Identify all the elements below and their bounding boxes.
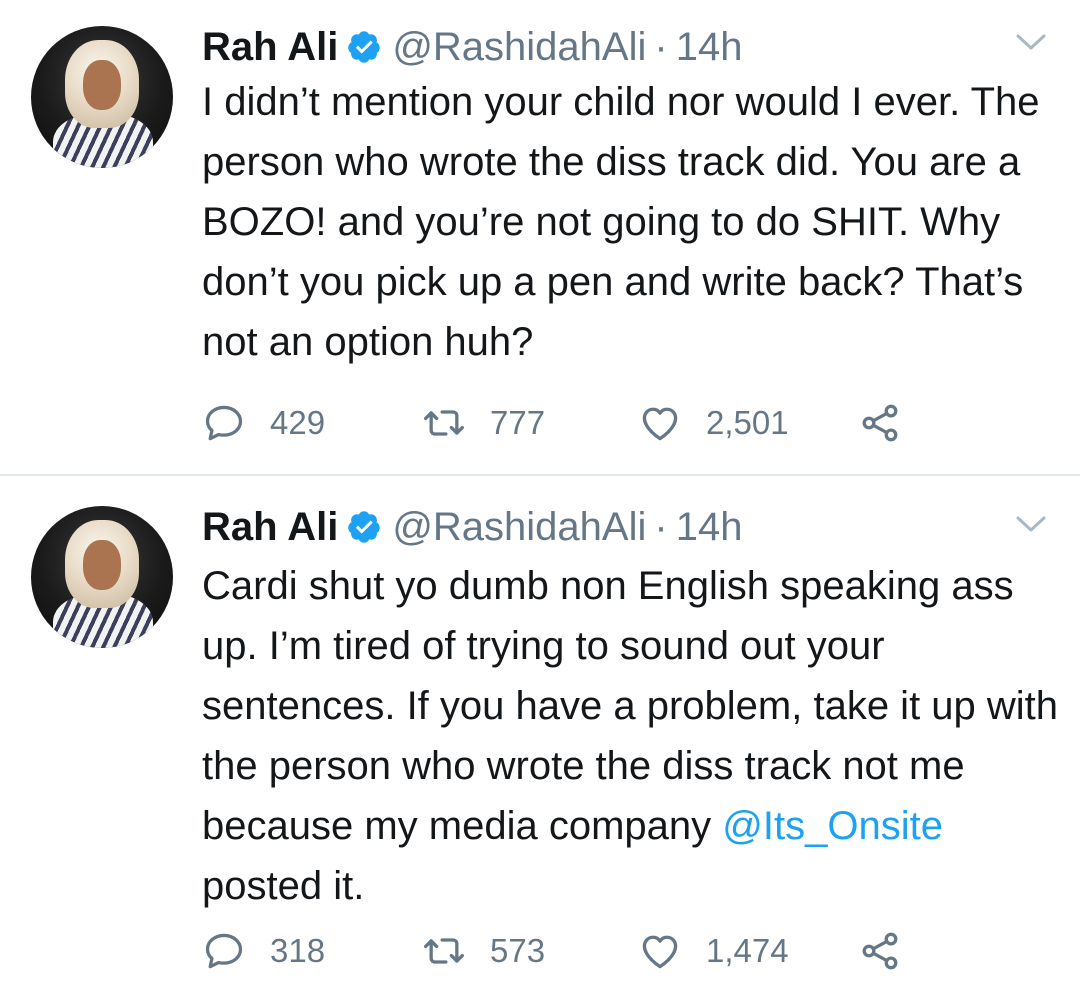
retweet-button[interactable]: 573 [422,926,545,976]
separator: · [654,505,668,549]
heart-icon [642,935,678,969]
reply-count: 318 [270,932,326,969]
heart-icon [642,407,678,441]
timestamp[interactable]: 14h [676,502,743,552]
verified-badge-icon [348,511,381,543]
reply-count: 429 [270,404,326,441]
author-handle[interactable]: @RashidahAli [392,502,646,552]
separator: · [654,25,668,69]
reply-button[interactable]: 318 [202,926,325,976]
tweet-header: Rah Ali @RashidahAli · 14h [202,22,742,72]
share-icon [862,932,898,970]
tweet-text-segment: posted it. [202,864,365,908]
reply-icon [205,933,243,969]
avatar[interactable] [31,26,173,168]
tweet[interactable]: Rah Ali @RashidahAli · 14h I didn’t ment… [0,0,1080,474]
like-count: 2,501 [706,404,789,441]
retweet-button[interactable]: 777 [422,398,545,448]
tweet-actions: 429 777 2,501 [202,398,962,448]
retweet-icon [424,410,464,436]
tweet[interactable]: Rah Ali @RashidahAli · 14h Cardi shut yo… [0,476,1080,1004]
share-icon [862,404,898,442]
tweet-text: I didn’t mention your child nor would I … [202,72,1062,372]
tweet-text-segment: I didn’t mention your child nor would I … [202,80,1040,364]
author-name[interactable]: Rah Ali [202,22,338,72]
like-button[interactable]: 2,501 [638,398,789,448]
share-button[interactable] [858,398,902,448]
chevron-down-icon[interactable] [1014,30,1048,54]
reply-button[interactable]: 429 [202,398,325,448]
timestamp[interactable]: 14h [676,22,743,72]
verified-badge-icon [348,31,381,63]
like-button[interactable]: 1,474 [638,926,789,976]
retweet-icon [424,938,464,964]
like-count: 1,474 [706,932,789,969]
retweet-count: 777 [490,404,546,441]
avatar[interactable] [31,506,173,648]
author-handle[interactable]: @RashidahAli [392,22,646,72]
mention-link[interactable]: @Its_Onsite [722,804,943,848]
share-button[interactable] [858,926,902,976]
chevron-down-icon[interactable] [1014,512,1048,536]
author-name[interactable]: Rah Ali [202,502,338,552]
retweet-count: 573 [490,932,546,969]
tweet-header: Rah Ali @RashidahAli · 14h [202,502,742,552]
reply-icon [205,405,243,441]
tweet-timeline: Rah Ali @RashidahAli · 14h I didn’t ment… [0,0,1080,1004]
tweet-text: Cardi shut yo dumb non English speaking … [202,556,1062,916]
tweet-actions: 318 573 1,474 [202,926,962,976]
